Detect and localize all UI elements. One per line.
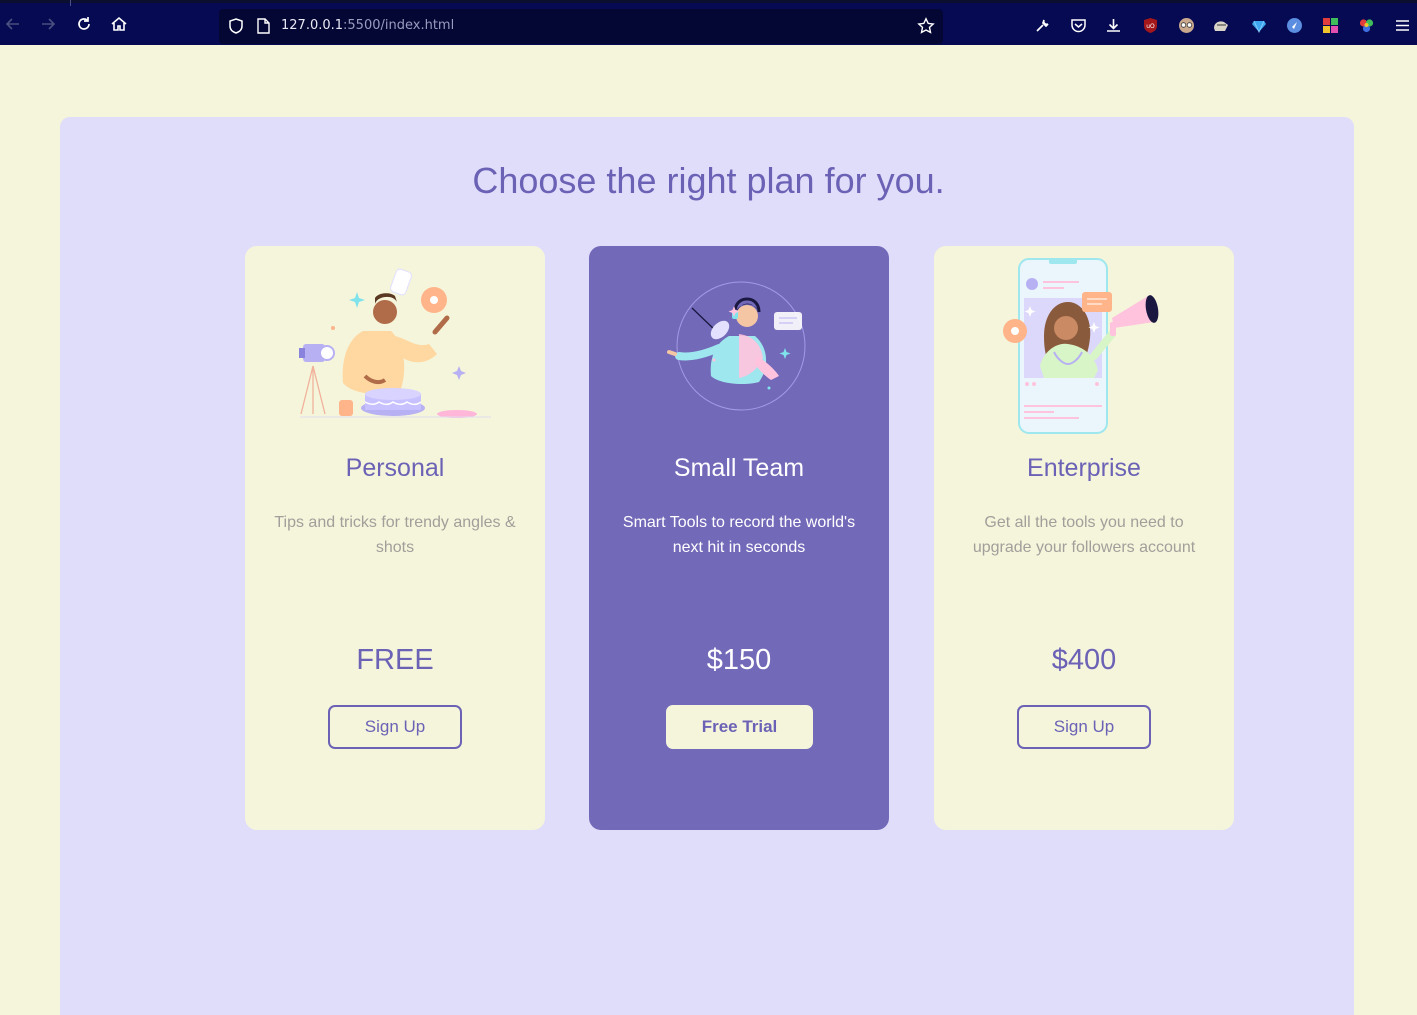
menu-icon[interactable] bbox=[1393, 16, 1411, 34]
plan-description: Smart Tools to record the world's next h… bbox=[622, 514, 856, 556]
plan-card-personal: Personal Tips and tricks for trendy angl… bbox=[245, 246, 545, 830]
plan-card-small-team: Small Team Smart Tools to record the wor… bbox=[589, 246, 889, 830]
ublock-icon[interactable]: uO bbox=[1141, 16, 1159, 34]
reload-icon[interactable] bbox=[73, 13, 95, 35]
page-icon bbox=[255, 17, 271, 39]
url-text[interactable]: 127.0.0.1:5500/index.html bbox=[281, 18, 454, 33]
shield-icon[interactable] bbox=[227, 17, 245, 39]
plan-price: FREE bbox=[356, 644, 434, 676]
plan-title: Small Team bbox=[673, 454, 805, 482]
svg-text:uO: uO bbox=[1146, 23, 1155, 30]
plan-title: Enterprise bbox=[1027, 454, 1141, 482]
page-heading: Choose the right plan for you. bbox=[472, 160, 945, 201]
plan-title: Personal bbox=[345, 454, 445, 482]
plan-card-enterprise: Enterprise Get all the tools you need to… bbox=[934, 246, 1234, 830]
pocket-icon[interactable] bbox=[1069, 16, 1087, 34]
forward-icon[interactable] bbox=[37, 13, 59, 35]
download-icon[interactable] bbox=[1104, 16, 1122, 34]
ext-color-wheel-icon[interactable] bbox=[1357, 16, 1375, 34]
plan-price: $150 bbox=[706, 644, 772, 676]
wrench-icon[interactable] bbox=[1033, 16, 1051, 34]
plan-description: Get all the tools you need to upgrade yo… bbox=[972, 514, 1196, 556]
url-path: :5500/index.html bbox=[343, 18, 455, 33]
ext-helmet-icon[interactable] bbox=[1212, 16, 1230, 34]
back-icon[interactable] bbox=[2, 13, 24, 35]
ext-compass-icon[interactable] bbox=[1285, 16, 1303, 34]
influencer-illustration bbox=[934, 256, 1234, 436]
ext-glasses-icon[interactable] bbox=[1177, 16, 1195, 34]
ext-diamond-icon[interactable] bbox=[1250, 16, 1268, 34]
tab-separator bbox=[70, 0, 71, 6]
sign-up-button[interactable]: Sign Up bbox=[1017, 705, 1151, 749]
browser-toolbar: 127.0.0.1:5500/index.html uO bbox=[0, 0, 1417, 45]
podcaster-illustration bbox=[589, 256, 889, 436]
ext-grid-icon[interactable] bbox=[1321, 16, 1339, 34]
baker-illustration bbox=[245, 256, 545, 436]
url-host: 127.0.0.1 bbox=[281, 18, 344, 33]
sign-up-button[interactable]: Sign Up bbox=[328, 705, 462, 749]
plan-price: $400 bbox=[1051, 644, 1117, 676]
home-icon[interactable] bbox=[108, 13, 130, 35]
url-bar[interactable]: 127.0.0.1:5500/index.html bbox=[219, 9, 943, 44]
bookmark-star-icon[interactable] bbox=[917, 17, 935, 39]
plan-description: Tips and tricks for trendy angles & shot… bbox=[274, 514, 516, 556]
free-trial-button[interactable]: Free Trial bbox=[666, 705, 813, 749]
